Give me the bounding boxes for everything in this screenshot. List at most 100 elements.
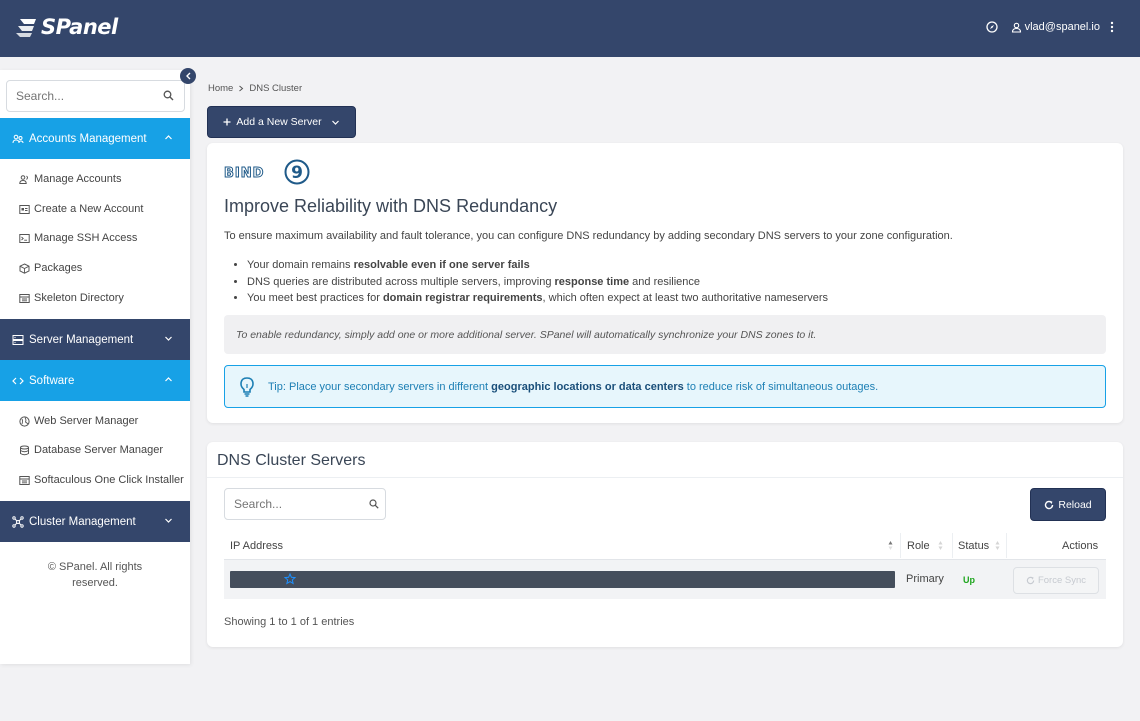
cluster-icon	[12, 515, 24, 528]
sidebar-section-accounts-management[interactable]: Accounts Management	[0, 118, 190, 159]
card-description: To ensure maximum availability and fault…	[224, 230, 953, 242]
kebab-menu-icon[interactable]	[1110, 21, 1114, 33]
logo-text: SPanel	[41, 15, 118, 39]
server-icon	[12, 334, 24, 346]
card-title: DNS Cluster Servers	[217, 452, 366, 469]
sidebar-section-software[interactable]: Software	[0, 360, 190, 401]
column-header-ip-address[interactable]: IP Address	[230, 540, 283, 552]
section-label: Cluster Management	[29, 515, 136, 528]
section-label: Software	[29, 374, 75, 387]
dns-cluster-servers-card: DNS Cluster Servers Reload IP Address Ro…	[207, 442, 1123, 647]
sidebar-item-label: Skeleton Directory	[34, 292, 124, 304]
sidebar: Accounts Management Manage Accounts Crea…	[0, 70, 190, 664]
list-item: Your domain remains resolvable even if o…	[247, 257, 828, 274]
tip-box: Tip: Place your secondary servers in dif…	[224, 365, 1106, 408]
box-icon	[19, 262, 30, 274]
sidebar-section-cluster-management[interactable]: Cluster Management	[0, 501, 190, 542]
sidebar-item-database-server-manager[interactable]: Database Server Manager	[19, 444, 163, 456]
divider	[207, 477, 1123, 478]
spanel-logo[interactable]: SPanel	[16, 15, 118, 39]
sort-icon[interactable]	[938, 540, 943, 551]
sidebar-item-label: Database Server Manager	[34, 444, 164, 456]
chevron-down-icon	[165, 518, 172, 523]
column-divider	[952, 533, 953, 558]
column-header-role[interactable]: Role	[907, 540, 930, 552]
force-sync-button[interactable]: Force Sync	[1013, 567, 1099, 594]
chevron-right-icon	[239, 85, 244, 92]
sidebar-item-label: Manage Accounts	[34, 173, 122, 185]
redundancy-note: To enable redundancy, simply add one or …	[224, 315, 1106, 354]
users-icon	[12, 133, 24, 145]
column-header-status[interactable]: Status	[958, 540, 989, 552]
section-label: Accounts Management	[29, 132, 147, 145]
sidebar-item-label: Manage SSH Access	[34, 232, 138, 244]
sidebar-collapse-button[interactable]	[180, 68, 196, 84]
svg-text:9: 9	[291, 163, 303, 183]
sort-icon[interactable]	[995, 540, 1000, 551]
folder-icon	[19, 293, 30, 304]
sidebar-item-manage-accounts[interactable]: Manage Accounts	[19, 173, 121, 185]
breadcrumb-current: DNS Cluster	[249, 83, 303, 94]
benefits-list: Your domain remains resolvable even if o…	[247, 257, 828, 307]
column-header-actions: Actions	[1062, 540, 1099, 552]
sidebar-section-server-management[interactable]: Server Management	[0, 319, 190, 360]
compass-icon[interactable]	[985, 21, 998, 33]
breadcrumb-home-link[interactable]: Home	[208, 83, 233, 94]
user-email[interactable]: vlad@spanel.io	[1025, 21, 1100, 33]
bind-logo-text: BIND	[224, 166, 264, 178]
star-icon	[284, 573, 296, 585]
sidebar-item-label: Web Server Manager	[34, 415, 139, 427]
plus-icon	[223, 118, 231, 126]
globe-icon	[19, 415, 30, 427]
sort-asc-icon[interactable]	[888, 540, 893, 551]
bind9-logo: BIND 9	[224, 159, 310, 185]
sidebar-item-create-new-account[interactable]: Create a New Account	[19, 203, 143, 215]
copyright: © SPanel. All rights reserved.	[47, 561, 143, 589]
sidebar-item-label: Packages	[34, 262, 83, 274]
search-icon	[163, 90, 174, 101]
id-card-icon	[19, 204, 30, 215]
sidebar-search-input[interactable]	[6, 80, 185, 112]
section-label: Server Management	[29, 333, 134, 346]
sidebar-item-manage-ssh-access[interactable]: Manage SSH Access	[19, 232, 137, 244]
role-cell: Primary	[906, 573, 944, 585]
table-info: Showing 1 to 1 of 1 entries	[224, 616, 355, 628]
list-item: DNS queries are distributed across multi…	[247, 274, 828, 291]
terminal-icon	[19, 233, 30, 244]
sidebar-item-packages[interactable]: Packages	[19, 262, 82, 274]
add-new-server-label: Add a New Server	[236, 116, 322, 128]
chevron-up-icon	[165, 377, 172, 382]
status-badge: Up	[963, 575, 975, 585]
code-icon	[12, 375, 24, 387]
bind-nine-badge-icon: 9	[284, 159, 310, 185]
user-icon	[1011, 22, 1022, 33]
column-divider	[1006, 533, 1007, 558]
card-title: Improve Reliability with DNS Redundancy	[224, 196, 558, 216]
dns-redundancy-info-card: BIND 9 Improve Reliability with DNS Redu…	[207, 143, 1123, 423]
refresh-icon	[1026, 576, 1035, 585]
sidebar-item-label: Softaculous One Click Installer	[34, 474, 184, 486]
search-icon	[369, 499, 379, 509]
sidebar-item-skeleton-directory[interactable]: Skeleton Directory	[19, 292, 124, 304]
reload-button[interactable]: Reload	[1030, 488, 1106, 521]
top-header: SPanel vlad@spanel.io	[0, 0, 1140, 57]
list-item: You meet best practices for domain regis…	[247, 290, 828, 307]
force-sync-label: Force Sync	[1037, 575, 1087, 586]
installer-icon	[19, 475, 30, 486]
svg-text:BIND: BIND	[224, 166, 264, 178]
users-icon	[19, 174, 30, 185]
sidebar-item-label: Create a New Account	[34, 203, 144, 215]
add-new-server-button[interactable]: Add a New Server	[207, 106, 356, 138]
chevron-down-icon	[165, 336, 172, 341]
database-icon	[19, 445, 30, 456]
sidebar-item-softaculous-installer[interactable]: Softaculous One Click Installer	[19, 474, 184, 486]
chevron-down-icon	[331, 120, 339, 125]
sidebar-item-web-server-manager[interactable]: Web Server Manager	[19, 415, 138, 427]
reload-label: Reload	[1058, 498, 1092, 511]
table-search-input[interactable]	[224, 488, 386, 520]
chevron-left-icon	[185, 72, 190, 80]
chevron-up-icon	[165, 135, 172, 140]
refresh-icon	[1045, 500, 1054, 509]
ip-address-redacted	[230, 571, 895, 588]
column-divider	[900, 533, 901, 558]
